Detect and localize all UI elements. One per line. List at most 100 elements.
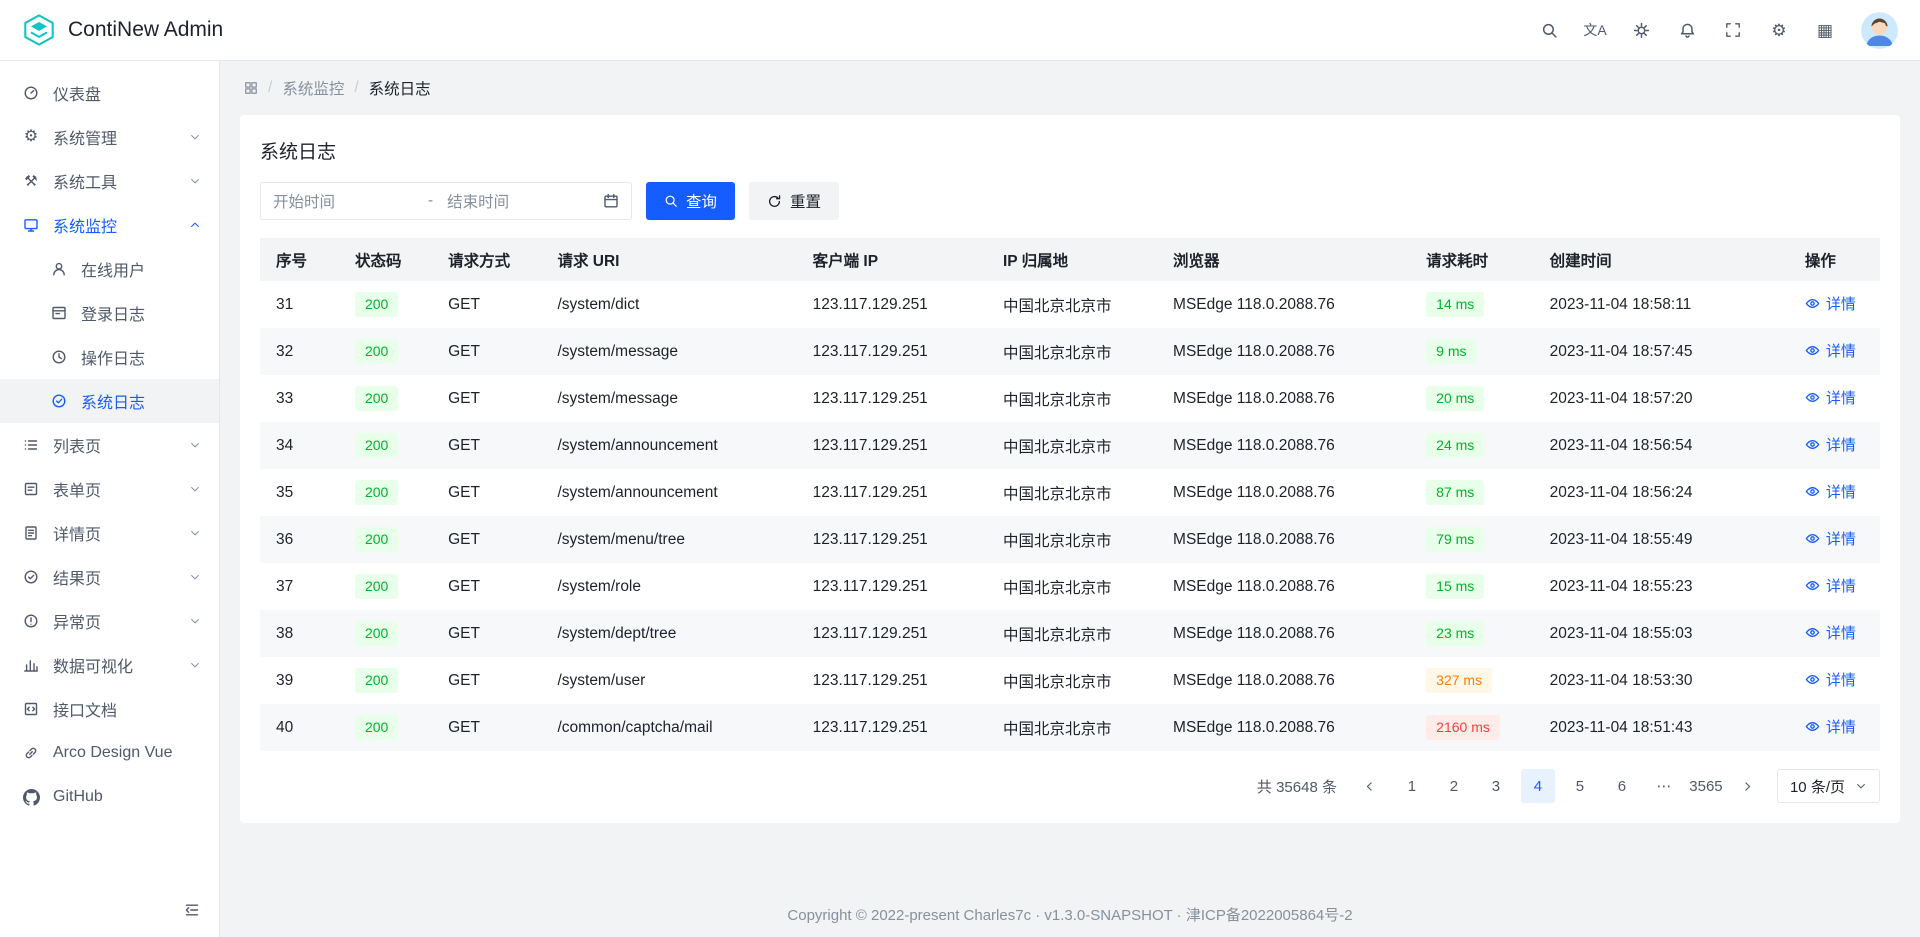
detail-link[interactable]: 详情 [1805, 575, 1856, 596]
user-avatar[interactable] [1861, 12, 1898, 49]
page-size-label: 10 条/页 [1790, 776, 1845, 797]
cell-browser: MSEdge 118.0.2088.76 [1157, 563, 1410, 610]
cell-ip: 123.117.129.251 [797, 704, 987, 751]
app-logo[interactable]: ContiNew Admin [22, 13, 223, 47]
sidebar-item-operation-log[interactable]: 操作日志 [0, 335, 219, 379]
sidebar-item-exception-page[interactable]: 异常页 [0, 599, 219, 643]
sidebar-item-form-page[interactable]: 表单页 [0, 467, 219, 511]
detail-icon [22, 525, 40, 541]
cell-location: 中国北京北京市 [987, 563, 1157, 610]
cell-method: GET [432, 469, 541, 516]
cell-action: 详情 [1789, 281, 1880, 328]
sidebar-collapse-button[interactable] [177, 895, 207, 925]
pagination-page-3[interactable]: 3 [1479, 769, 1513, 803]
sidebar-item-api-docs[interactable]: 接口文档 [0, 687, 219, 731]
detail-link[interactable]: 详情 [1805, 622, 1856, 643]
sidebar-item-result-page[interactable]: 结果页 [0, 555, 219, 599]
eye-icon [1805, 390, 1820, 405]
cell-ip: 123.117.129.251 [797, 563, 987, 610]
sidebar-item-list-page[interactable]: 列表页 [0, 423, 219, 467]
table-row: 38200GET/system/dept/tree123.117.129.251… [260, 610, 1880, 657]
detail-link[interactable]: 详情 [1805, 340, 1856, 361]
start-time-placeholder: 开始时间 [273, 190, 428, 212]
cell-uri: /system/message [541, 375, 796, 422]
sidebar-item-system-log[interactable]: 系统日志 [0, 379, 219, 423]
header-action-layout[interactable]: ▦ [1805, 10, 1845, 50]
chart-icon [22, 657, 40, 673]
cell-ip: 123.117.129.251 [797, 657, 987, 704]
pagination-next-button[interactable] [1731, 769, 1765, 803]
sidebar-item-system-monitor[interactable]: 系统监控 [0, 203, 219, 247]
cell-method: GET [432, 328, 541, 375]
sidebar-item-label: 接口文档 [53, 697, 201, 721]
pagination-prev-button[interactable] [1353, 769, 1387, 803]
pagination-page-3565[interactable]: 3565 [1689, 769, 1723, 803]
reset-button[interactable]: 重置 [749, 182, 839, 220]
header-action-fullscreen[interactable] [1713, 10, 1753, 50]
sidebar-item-system-management[interactable]: ⚙系统管理 [0, 115, 219, 159]
pagination-page-6[interactable]: 6 [1605, 769, 1639, 803]
detail-link[interactable]: 详情 [1805, 716, 1856, 737]
detail-link[interactable]: 详情 [1805, 387, 1856, 408]
page-size-select[interactable]: 10 条/页 [1777, 769, 1880, 803]
chevron-down-icon [189, 131, 201, 143]
date-range-picker[interactable]: 开始时间 - 结束时间 [260, 182, 632, 220]
pagination-page-4[interactable]: 4 [1521, 769, 1555, 803]
sidebar-item-login-log[interactable]: 登录日志 [0, 291, 219, 335]
sidebar-item-detail-page[interactable]: 详情页 [0, 511, 219, 555]
chevron-down-icon [189, 571, 201, 583]
cell-ip: 123.117.129.251 [797, 610, 987, 657]
sidebar-item-dashboard[interactable]: 仪表盘 [0, 71, 219, 115]
cell-status: 200 [339, 516, 432, 563]
table-row: 31200GET/system/dict123.117.129.251中国北京北… [260, 281, 1880, 328]
cell-action: 详情 [1789, 469, 1880, 516]
header-action-translate[interactable]: 文A [1575, 10, 1615, 50]
cell-created: 2023-11-04 18:51:43 [1534, 704, 1789, 751]
header-action-notifications[interactable] [1667, 10, 1707, 50]
table-row: 34200GET/system/announcement123.117.129.… [260, 422, 1880, 469]
header-action-search[interactable] [1529, 10, 1569, 50]
duration-badge: 14 ms [1426, 292, 1484, 316]
cell-ip: 123.117.129.251 [797, 375, 987, 422]
table-row: 33200GET/system/message123.117.129.251中国… [260, 375, 1880, 422]
cell-location: 中国北京北京市 [987, 704, 1157, 751]
search-button[interactable]: 查询 [646, 182, 735, 220]
pagination-pages: 123456⋯3565 [1395, 769, 1723, 803]
pagination-page-5[interactable]: 5 [1563, 769, 1597, 803]
duration-badge: 9 ms [1426, 339, 1476, 363]
eye-icon [1805, 296, 1820, 311]
cell-browser: MSEdge 118.0.2088.76 [1157, 281, 1410, 328]
eye-icon [1805, 625, 1820, 640]
table-header-row: 序号状态码请求方式请求 URI客户端 IPIP 归属地浏览器请求耗时创建时间操作 [260, 238, 1880, 281]
sidebar-item-data-visualization[interactable]: 数据可视化 [0, 643, 219, 687]
pagination-ellipsis[interactable]: ⋯ [1647, 769, 1681, 803]
cell-uri: /system/role [541, 563, 796, 610]
eye-icon [1805, 531, 1820, 546]
table-row: 40200GET/common/captcha/mail123.117.129.… [260, 704, 1880, 751]
cell-created: 2023-11-04 18:57:45 [1534, 328, 1789, 375]
pagination-page-1[interactable]: 1 [1395, 769, 1429, 803]
cell-status: 200 [339, 422, 432, 469]
sidebar-item-system-tools[interactable]: ⚒系统工具 [0, 159, 219, 203]
detail-link[interactable]: 详情 [1805, 434, 1856, 455]
header-action-settings[interactable]: ⚙ [1759, 10, 1799, 50]
detail-link[interactable]: 详情 [1805, 669, 1856, 690]
eye-icon [1805, 484, 1820, 499]
breadcrumb-item-system-monitor[interactable]: 系统监控 [282, 77, 344, 99]
sidebar-item-arco-design-vue[interactable]: Arco Design Vue [0, 731, 219, 775]
cell-location: 中国北京北京市 [987, 469, 1157, 516]
detail-link[interactable]: 详情 [1805, 528, 1856, 549]
system-log-card: 系统日志 开始时间 - 结束时间 查询 重置 序号状态码请求方式请求 URI客户… [240, 115, 1900, 823]
cell-action: 详情 [1789, 563, 1880, 610]
header-action-theme[interactable] [1621, 10, 1661, 50]
cell-uri: /system/menu/tree [541, 516, 796, 563]
sidebar-item-online-users[interactable]: 在线用户 [0, 247, 219, 291]
cell-status: 200 [339, 375, 432, 422]
sidebar-item-github[interactable]: GitHub [0, 775, 219, 819]
cell-created: 2023-11-04 18:56:54 [1534, 422, 1789, 469]
detail-link[interactable]: 详情 [1805, 293, 1856, 314]
cell-ip: 123.117.129.251 [797, 328, 987, 375]
gear-icon: ⚙ [1771, 22, 1786, 39]
pagination-page-2[interactable]: 2 [1437, 769, 1471, 803]
detail-link[interactable]: 详情 [1805, 481, 1856, 502]
